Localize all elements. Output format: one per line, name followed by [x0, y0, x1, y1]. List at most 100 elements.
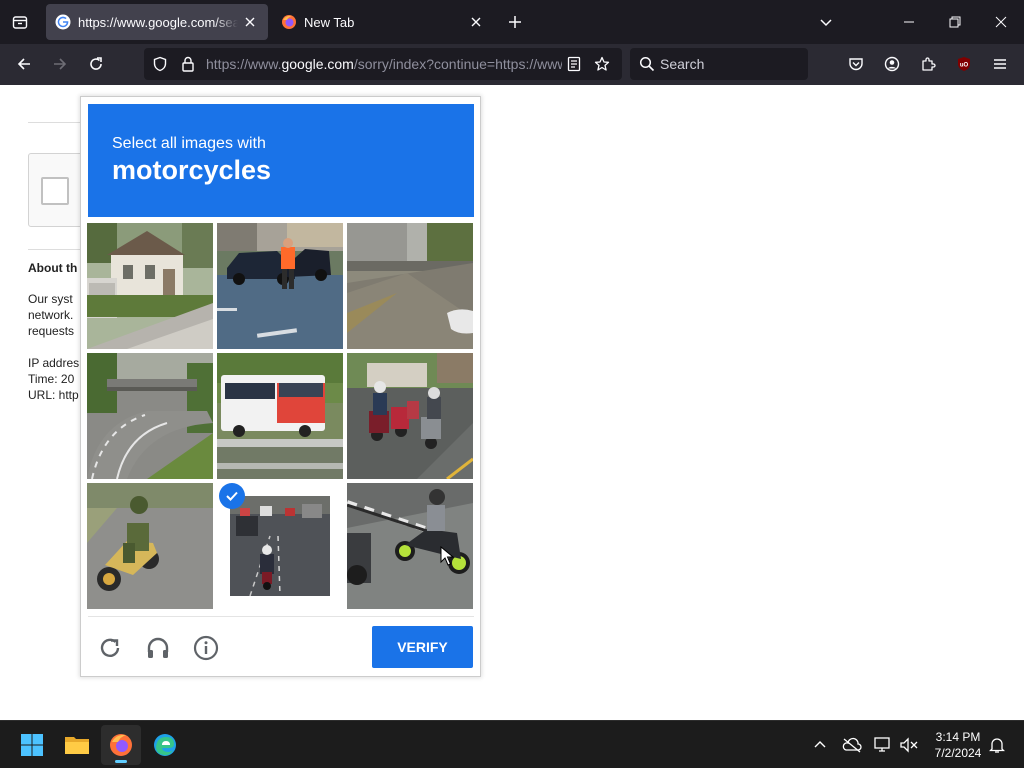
clock-time: 3:14 PM — [935, 730, 981, 744]
footer-divider — [88, 616, 474, 617]
verify-button[interactable]: VERIFY — [372, 626, 473, 668]
reload-challenge-button[interactable] — [94, 632, 126, 664]
firefox-view-button[interactable] — [2, 4, 38, 40]
onedrive-tray-button[interactable] — [840, 733, 864, 757]
help-info-button[interactable] — [190, 632, 222, 664]
refresh-icon — [100, 638, 120, 657]
site-info-button[interactable] — [174, 48, 202, 80]
close-window-button[interactable] — [978, 0, 1024, 44]
plus-icon — [509, 16, 521, 28]
firefox-icon — [110, 734, 132, 756]
reader-view-button[interactable] — [560, 48, 588, 80]
captcha-tile-house[interactable] — [87, 223, 213, 349]
edge-icon — [154, 734, 176, 756]
url-prefix: https://www. — [206, 56, 282, 72]
recaptcha-widget — [28, 153, 88, 227]
url-line: URL: http — [28, 388, 79, 402]
start-button[interactable] — [12, 725, 52, 765]
reload-icon — [90, 57, 102, 70]
minimize-button[interactable] — [886, 0, 932, 44]
bell-icon — [989, 738, 1005, 753]
tab-new-tab[interactable]: New Tab — [272, 4, 494, 40]
bus-image — [217, 353, 343, 479]
notifications-button[interactable] — [985, 733, 1009, 757]
captcha-tile-highway-curve[interactable] — [87, 353, 213, 479]
taskbar-firefox[interactable] — [101, 725, 141, 765]
new-tab-button[interactable] — [497, 4, 533, 40]
captcha-tile-street-motorcycle[interactable] — [217, 483, 343, 609]
network-tray-button[interactable] — [871, 733, 895, 757]
puzzle-icon — [922, 57, 936, 71]
recaptcha-checkbox[interactable] — [41, 177, 69, 205]
folder-icon — [65, 737, 89, 754]
tile-selected-check — [219, 483, 245, 509]
svg-text:uO: uO — [960, 63, 969, 69]
about-text-line: Our syst — [28, 292, 73, 306]
bookmark-star-button[interactable] — [588, 48, 616, 80]
taskbar-edge[interactable] — [145, 725, 185, 765]
navigation-bar: https://www.google.com/sorry/index?conti… — [0, 44, 1024, 85]
extensions-button[interactable] — [912, 48, 944, 80]
taskbar-clock[interactable]: 3:14 PM 7/2/2024 — [926, 729, 990, 761]
url-text[interactable]: https://www.google.com/sorry/index?conti… — [206, 48, 562, 80]
speaker-muted-icon — [900, 737, 918, 753]
scooters-image — [347, 353, 473, 479]
shield-icon — [153, 56, 167, 72]
challenge-header: Select all images with motorcycles — [88, 104, 474, 217]
highway-curve-image — [87, 353, 213, 479]
parking-lot-image — [347, 223, 473, 349]
arrow-right-icon — [54, 58, 67, 70]
tracking-protection-button[interactable] — [146, 48, 174, 80]
close-tab-button[interactable] — [464, 10, 488, 34]
volume-tray-button[interactable] — [897, 733, 921, 757]
cloud-offline-icon — [842, 737, 862, 753]
menu-button[interactable] — [984, 48, 1016, 80]
arrow-left-icon — [17, 58, 30, 70]
ublock-origin-button[interactable]: uO — [948, 48, 980, 80]
captcha-tile-bus[interactable] — [217, 353, 343, 479]
captcha-tile-scooter-closeup[interactable] — [347, 483, 473, 609]
url-path: /sorry/index?continue=https://www.google… — [353, 56, 562, 72]
firefox-icon — [282, 15, 296, 29]
taskbar: 3:14 PM 7/2/2024 — [0, 720, 1024, 768]
captcha-challenge-dialog: Select all images with motorcycles VERIF… — [80, 96, 481, 677]
house-image — [87, 223, 213, 349]
captcha-tile-motorcycle-rider[interactable] — [87, 483, 213, 609]
chevron-up-icon — [814, 741, 826, 748]
time-line: Time: 20 — [28, 372, 75, 386]
mouse-cursor-icon — [440, 546, 454, 566]
address-bar[interactable]: https://www.google.com/sorry/index?conti… — [144, 48, 622, 80]
pocket-button[interactable] — [840, 48, 872, 80]
back-button[interactable] — [8, 48, 40, 80]
restore-button[interactable] — [932, 0, 978, 44]
show-hidden-icons-button[interactable] — [808, 733, 832, 757]
list-all-tabs-button[interactable] — [808, 4, 844, 40]
reload-button[interactable] — [80, 48, 112, 80]
google-icon — [55, 14, 71, 30]
account-button[interactable] — [876, 48, 908, 80]
scooter-closeup-image — [347, 483, 473, 609]
tab-google[interactable]: https://www.google.com/search? — [46, 4, 268, 40]
captcha-tile-scooters[interactable] — [347, 353, 473, 479]
divider — [28, 249, 88, 250]
search-bar[interactable]: Search — [630, 48, 808, 80]
chevron-down-icon — [820, 19, 832, 27]
tab-bar: https://www.google.com/search? New Tab — [0, 0, 1024, 44]
ublock-icon: uO — [958, 57, 970, 71]
search-placeholder: Search — [660, 56, 705, 72]
info-icon — [193, 635, 219, 661]
close-tab-button[interactable] — [238, 10, 262, 34]
taskbar-file-explorer[interactable] — [57, 725, 97, 765]
forward-button[interactable] — [44, 48, 76, 80]
captcha-tile-car-worker[interactable] — [217, 223, 343, 349]
tab-title: New Tab — [304, 14, 355, 30]
about-heading: About th — [28, 261, 78, 275]
network-icon — [874, 737, 890, 752]
captcha-tile-parking-lot[interactable] — [347, 223, 473, 349]
reader-view-icon — [567, 56, 581, 72]
lock-icon — [182, 56, 194, 72]
close-icon — [245, 17, 255, 27]
about-text-line: network. — [28, 308, 74, 322]
close-icon — [995, 16, 1007, 28]
audio-challenge-button[interactable] — [142, 632, 174, 664]
